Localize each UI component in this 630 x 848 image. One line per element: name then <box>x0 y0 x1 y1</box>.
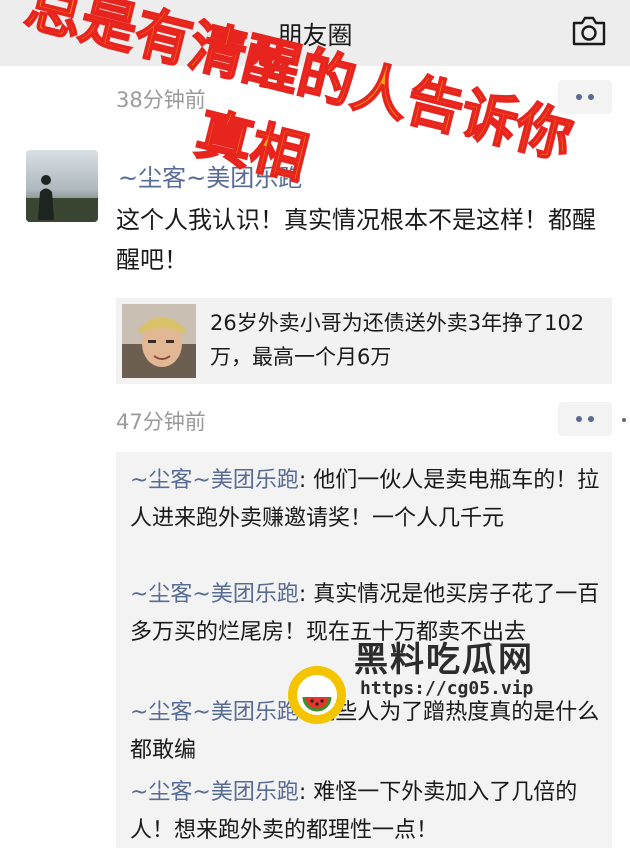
camera-icon[interactable] <box>570 15 608 47</box>
comment[interactable]: ~尘客~美团乐跑: 真实情况是他买房子花了一百多万买的烂尾房！现在五十万都卖不出… <box>130 576 612 652</box>
comment-author[interactable]: ~尘客~美团乐跑 <box>130 700 299 725</box>
post-time: 47分钟前 <box>116 410 206 434</box>
post-text: 这个人我认识！真实情况根本不是这样！都醒醒吧！ <box>116 206 596 274</box>
page-title: 朋友圈 <box>277 21 353 50</box>
top-bar: 朋友圈 <box>0 0 630 66</box>
avatar-image <box>26 150 98 222</box>
comment-author[interactable]: ~尘客~美团乐跑 <box>130 468 299 493</box>
comment[interactable]: ~尘客~美团乐跑: 这些人为了蹭热度真的是什么都敢编 <box>130 694 612 770</box>
dot-icon <box>588 416 594 422</box>
edge-dot <box>622 418 626 422</box>
comment[interactable]: ~尘客~美团乐跑: 难怪一下外卖加入了几倍的人！想来跑外卖的都理性一点！ <box>130 774 612 848</box>
dot-icon <box>576 94 582 100</box>
comment-author[interactable]: ~尘客~美团乐跑 <box>130 780 299 805</box>
comment-list: ~尘客~美团乐跑: 他们一伙人是卖电瓶车的！拉人进来跑外卖赚邀请奖！一个人几千元… <box>116 452 612 848</box>
previous-post-time: 38分钟前 <box>116 88 206 112</box>
article-title: 26岁外卖小哥为还债送外卖3年挣了102万，最高一个月6万 <box>210 311 585 369</box>
shared-article-card[interactable]: 26岁外卖小哥为还债送外卖3年挣了102万，最高一个月6万 <box>116 298 612 384</box>
more-button[interactable] <box>558 402 612 436</box>
dot-icon <box>588 94 594 100</box>
post-author[interactable]: ~尘客~美团乐跑 <box>118 158 302 193</box>
comment-author[interactable]: ~尘客~美团乐跑 <box>130 582 299 607</box>
article-thumbnail <box>122 304 196 378</box>
comment[interactable]: ~尘客~美团乐跑: 他们一伙人是卖电瓶车的！拉人进来跑外卖赚邀请奖！一个人几千元 <box>130 462 612 538</box>
dot-icon <box>576 416 582 422</box>
more-button[interactable] <box>558 80 612 114</box>
avatar[interactable] <box>26 150 98 222</box>
